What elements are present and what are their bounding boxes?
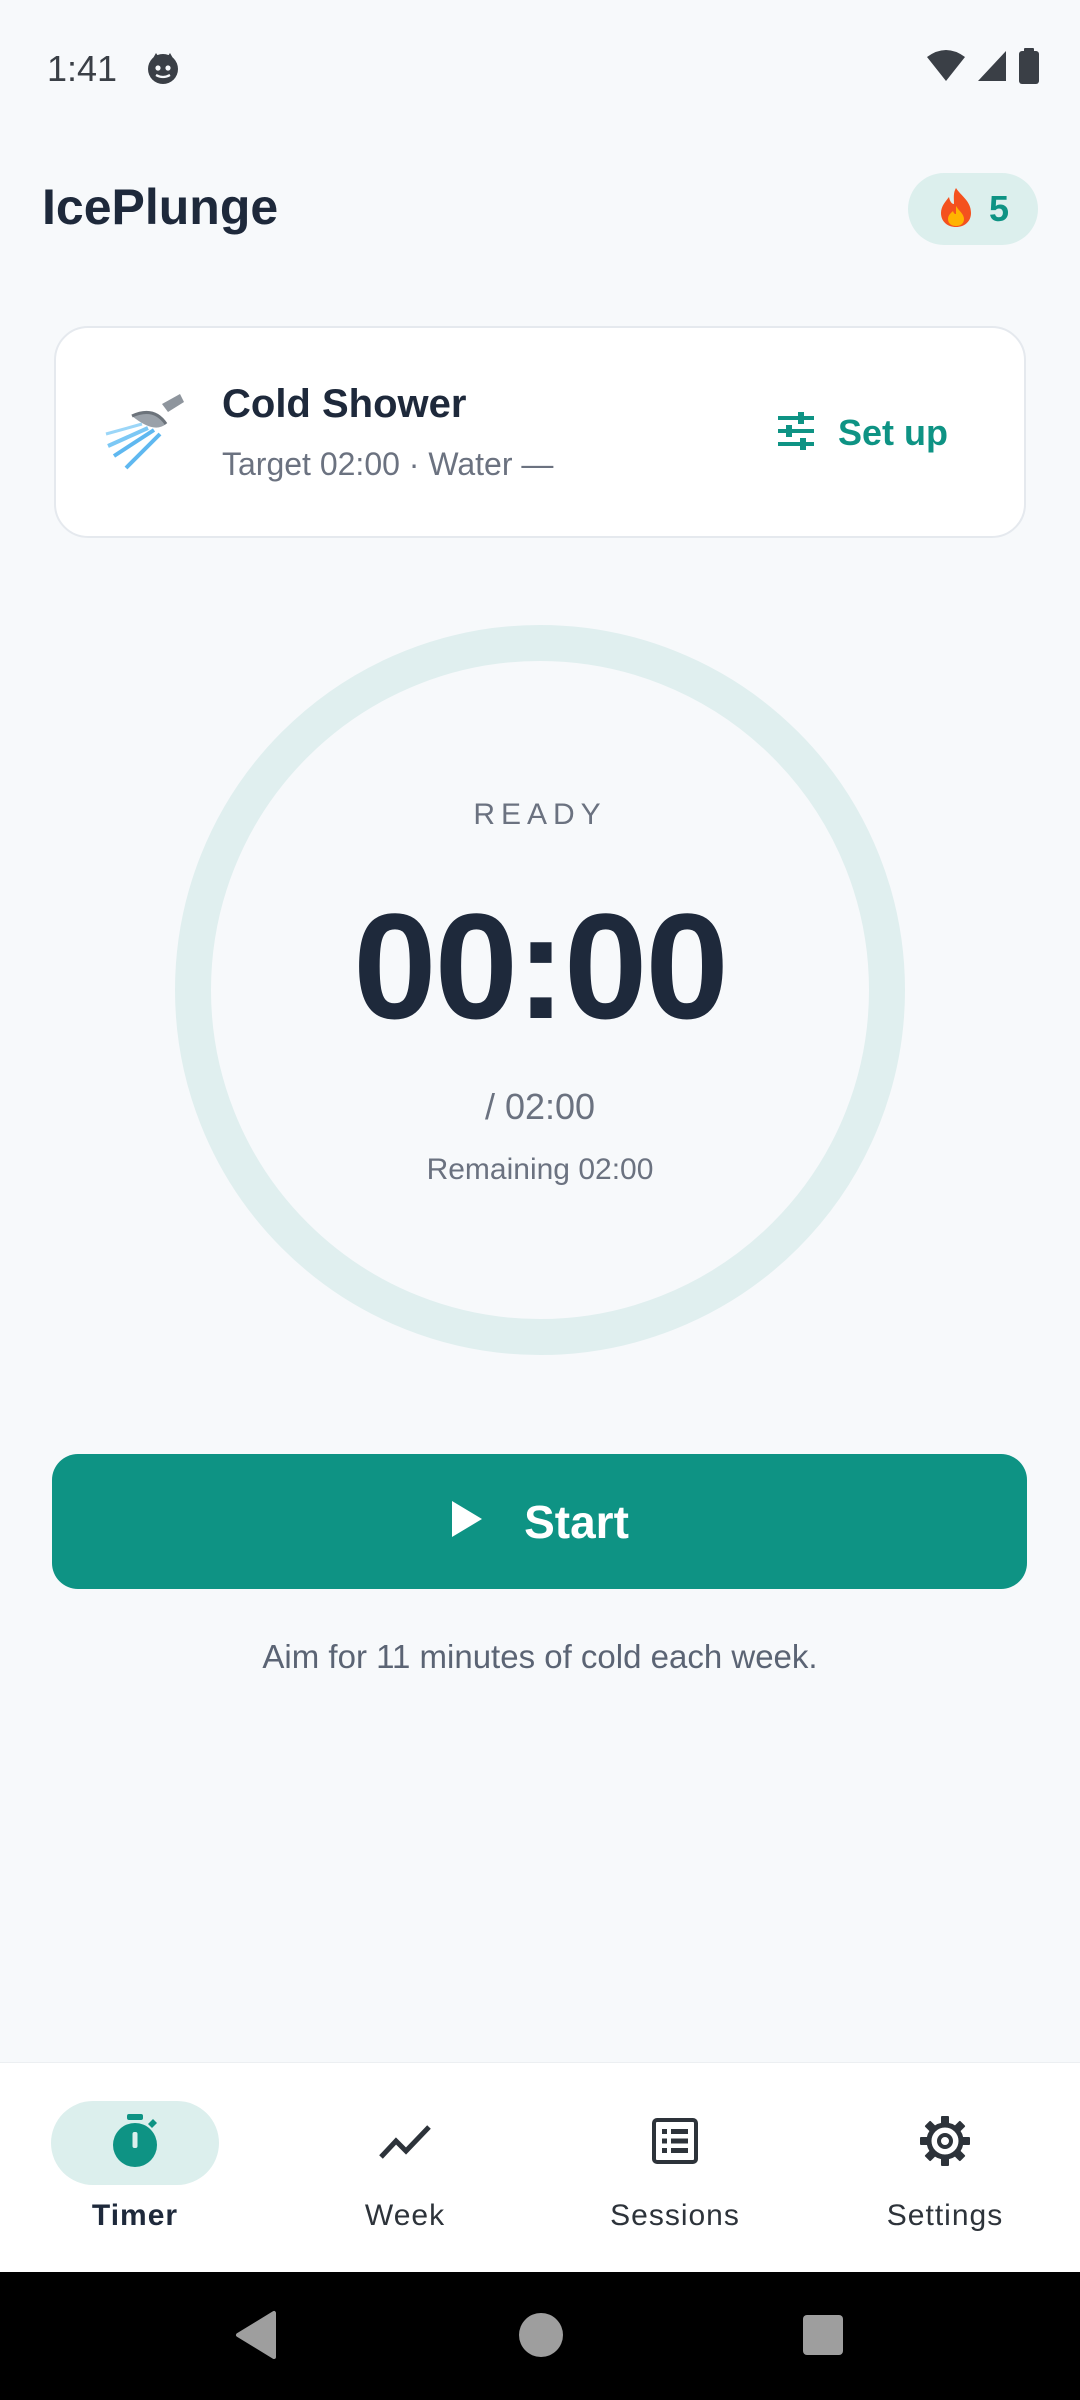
nav-item-settings[interactable]: Settings <box>810 2063 1080 2273</box>
nav-icon-slot <box>591 2101 759 2185</box>
weekly-goal-hint: Aim for 11 minutes of cold each week. <box>262 1638 818 1675</box>
nav-item-sessions[interactable]: Sessions <box>540 2063 810 2273</box>
nav-label-settings: Settings <box>886 2199 1004 2232</box>
status-icons <box>926 48 1040 89</box>
cell-signal-icon <box>976 49 1008 88</box>
timer-target: / 02:00 <box>484 1086 596 1127</box>
nav-label-week: Week <box>364 2199 446 2232</box>
start-button[interactable]: Start <box>52 1454 1027 1589</box>
stopwatch-icon <box>110 2113 160 2173</box>
setup-button[interactable]: Set up <box>756 388 968 478</box>
streak-chip[interactable]: 5 <box>908 173 1038 245</box>
battery-icon <box>1018 48 1040 89</box>
home-icon[interactable] <box>518 2312 564 2363</box>
streak-count: 5 <box>988 188 1010 229</box>
preset-name: Cold Shower <box>222 382 467 426</box>
status-bar: 1:41 <box>0 0 1080 135</box>
nav-indicator <box>51 2101 219 2185</box>
trend-line-icon <box>378 2121 432 2166</box>
list-icon <box>651 2117 699 2170</box>
preset-subtitle: Target 02:00 · Water — <box>222 446 554 482</box>
timer-elapsed: 00:00 <box>353 882 729 1050</box>
shower-head-icon <box>102 390 192 480</box>
back-icon[interactable] <box>234 2310 278 2365</box>
fire-icon <box>937 186 975 233</box>
start-label: Start <box>524 1495 629 1548</box>
setup-label: Set up <box>838 412 949 453</box>
system-navigation-bar <box>0 2272 1080 2400</box>
app-root: 1:41 IcePlunge 5 Cold Shower Target 02:0… <box>0 0 1080 2400</box>
nav-icon-slot <box>861 2101 1029 2185</box>
wifi-icon <box>926 49 966 88</box>
status-time: 1:41 <box>47 48 118 89</box>
nav-label-timer: Timer <box>91 2199 179 2232</box>
notification-face-icon <box>145 50 181 86</box>
nav-label-sessions: Sessions <box>610 2199 740 2232</box>
timer-state: READY <box>473 798 607 831</box>
nav-item-timer[interactable]: Timer <box>0 2063 270 2273</box>
sliders-icon <box>776 411 816 455</box>
timer-remaining: Remaining 02:00 <box>426 1153 654 1186</box>
bottom-navigation: Timer Week Sessions Settings <box>0 2062 1080 2272</box>
recents-icon[interactable] <box>802 2314 844 2361</box>
app-title: IcePlunge <box>42 179 279 235</box>
play-icon <box>450 1499 484 1544</box>
gear-icon <box>919 2115 971 2172</box>
nav-item-week[interactable]: Week <box>270 2063 540 2273</box>
preset-card: Cold Shower Target 02:00 · Water — Set u… <box>54 326 1026 538</box>
nav-icon-slot <box>321 2101 489 2185</box>
